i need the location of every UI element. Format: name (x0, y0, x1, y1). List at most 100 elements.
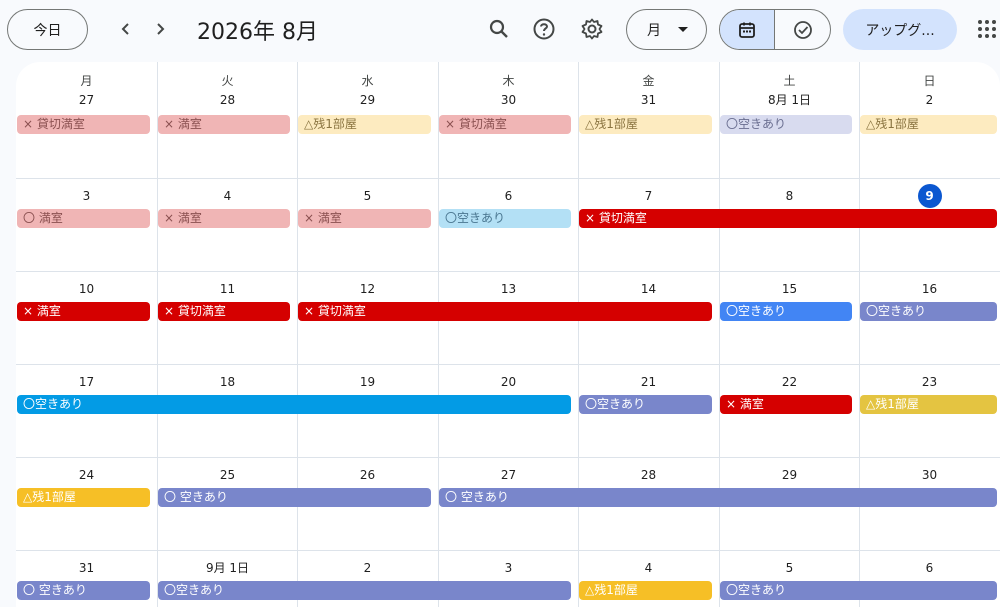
day-number[interactable]: 29 (297, 90, 438, 110)
day-number[interactable]: 30 (438, 90, 579, 110)
calendar-event[interactable]: × 満室 (158, 115, 290, 134)
day-number[interactable]: 7 (578, 186, 719, 206)
calendar-event[interactable]: 〇 空きあり (17, 581, 150, 600)
day-number[interactable]: 4 (157, 186, 298, 206)
day-number[interactable]: 8 (719, 186, 860, 206)
calendar-event[interactable]: 〇空きあり (158, 581, 571, 600)
calendar-event[interactable]: △残1部屋 (17, 488, 150, 507)
settings-gear-icon[interactable] (577, 14, 607, 44)
calendar-view-button[interactable] (720, 10, 776, 49)
day-number[interactable]: 20 (438, 372, 579, 392)
search-icon[interactable] (484, 14, 514, 44)
day-number-label: 8月 1日 (767, 93, 812, 107)
day-number[interactable]: 18 (157, 372, 298, 392)
day-number[interactable]: 17 (16, 372, 157, 392)
weekday-header: 月 (80, 74, 93, 88)
calendar-event[interactable]: 〇空きあり (579, 395, 712, 414)
day-number[interactable]: 6 (859, 558, 1000, 578)
day-number-label: 28 (640, 468, 657, 482)
day-number[interactable]: 13 (438, 279, 579, 299)
day-number[interactable]: 14 (578, 279, 719, 299)
day-number-label: 27 (78, 93, 95, 107)
calendar-event[interactable]: 〇 空きあり (439, 488, 997, 507)
day-number-label: 20 (500, 375, 517, 389)
calendar-event[interactable]: × 満室 (298, 209, 431, 228)
calendar-event[interactable]: 〇空きあり (720, 302, 852, 321)
calendar-event[interactable]: 〇空きあり (17, 395, 571, 414)
day-number[interactable]: 8月 1日 (719, 90, 860, 110)
day-number[interactable]: 26 (297, 465, 438, 485)
next-month-chevron-right-icon[interactable] (148, 17, 172, 41)
calendar-event[interactable]: △残1部屋 (579, 581, 712, 600)
day-number[interactable]: 23 (859, 372, 1000, 392)
calendar-event[interactable]: △残1部屋 (298, 115, 431, 134)
caret-down-icon (678, 27, 688, 32)
calendar-event[interactable]: △残1部屋 (860, 395, 997, 414)
day-number-today[interactable]: 9 (859, 184, 1000, 208)
upgrade-button[interactable]: アップグ... (843, 9, 957, 50)
calendar-event[interactable]: × 満室 (158, 209, 290, 228)
calendar-event[interactable]: 〇 満室 (17, 209, 150, 228)
day-number[interactable]: 16 (859, 279, 1000, 299)
calendar-event[interactable]: 〇空きあり (720, 115, 852, 134)
calendar-event[interactable]: × 満室 (17, 302, 150, 321)
day-number-label: 5 (785, 561, 794, 575)
calendar-event[interactable]: △残1部屋 (579, 115, 712, 134)
day-number[interactable]: 27 (16, 90, 157, 110)
calendar-event[interactable]: × 貸切満室 (579, 209, 997, 228)
day-number[interactable]: 28 (578, 465, 719, 485)
calendar-event[interactable]: 〇空きあり (860, 302, 997, 321)
day-number[interactable]: 10 (16, 279, 157, 299)
calendar-event[interactable]: 〇空きあり (720, 581, 997, 600)
today-button[interactable]: 今日 (7, 9, 88, 50)
day-number[interactable]: 30 (859, 465, 1000, 485)
day-number[interactable]: 5 (297, 186, 438, 206)
day-number[interactable]: 31 (578, 90, 719, 110)
day-number[interactable]: 19 (297, 372, 438, 392)
prev-month-chevron-left-icon[interactable] (114, 17, 138, 41)
day-number[interactable]: 27 (438, 465, 579, 485)
calendar-event[interactable]: × 満室 (720, 395, 852, 414)
day-number[interactable]: 12 (297, 279, 438, 299)
calendar-event[interactable]: 〇空きあり (439, 209, 571, 228)
day-number-label: 6 (925, 561, 934, 575)
day-number[interactable]: 2 (859, 90, 1000, 110)
day-number[interactable]: 4 (578, 558, 719, 578)
calendar-event[interactable]: × 貸切満室 (298, 302, 712, 321)
day-number-label: 6 (504, 189, 513, 203)
help-icon[interactable] (529, 14, 559, 44)
day-number[interactable]: 22 (719, 372, 860, 392)
day-number[interactable]: 28 (157, 90, 298, 110)
column-divider (578, 62, 579, 607)
column-divider (297, 62, 298, 607)
day-number[interactable]: 2 (297, 558, 438, 578)
calendar-event[interactable]: △残1部屋 (860, 115, 997, 134)
day-number[interactable]: 3 (16, 186, 157, 206)
calendar-event[interactable]: × 貸切満室 (17, 115, 150, 134)
apps-grid-icon[interactable] (975, 17, 999, 41)
view-select-dropdown[interactable]: 月 (626, 9, 707, 50)
day-number[interactable]: 21 (578, 372, 719, 392)
weekday-header: 日 (923, 74, 936, 88)
day-number[interactable]: 6 (438, 186, 579, 206)
day-number[interactable]: 5 (719, 558, 860, 578)
day-number[interactable]: 11 (157, 279, 298, 299)
calendar-event[interactable]: × 貸切満室 (439, 115, 571, 134)
column-divider (438, 62, 439, 607)
day-number-label: 24 (78, 468, 95, 482)
day-number[interactable]: 29 (719, 465, 860, 485)
day-number[interactable]: 3 (438, 558, 579, 578)
row-divider (16, 178, 1000, 179)
tasks-view-button[interactable] (775, 10, 830, 49)
calendar-event[interactable]: × 貸切満室 (158, 302, 290, 321)
calendar-event[interactable]: 〇 空きあり (158, 488, 431, 507)
day-number[interactable]: 24 (16, 465, 157, 485)
day-number-label: 2 (363, 561, 372, 575)
day-number-label: 16 (921, 282, 938, 296)
day-number[interactable]: 25 (157, 465, 298, 485)
day-number-label: 22 (781, 375, 798, 389)
day-number[interactable]: 15 (719, 279, 860, 299)
day-number[interactable]: 31 (16, 558, 157, 578)
day-number[interactable]: 9月 1日 (157, 558, 298, 578)
day-number-label: 12 (359, 282, 376, 296)
